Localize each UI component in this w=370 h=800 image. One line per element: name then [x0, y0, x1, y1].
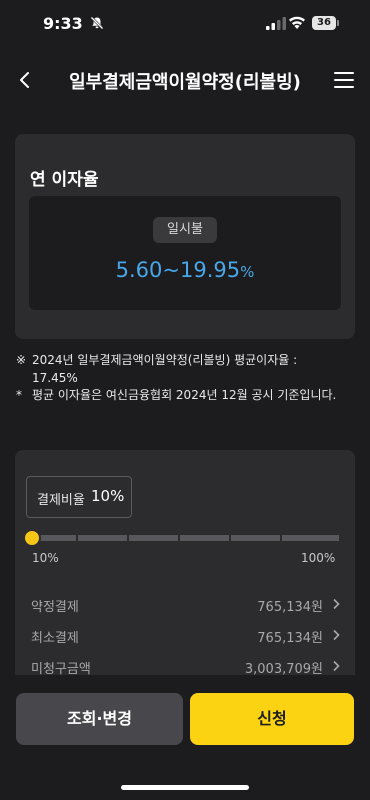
chevron-right-icon [333, 629, 340, 641]
page-title: 일부결제금액이월약정(리볼빙) [69, 72, 301, 93]
back-button[interactable] [14, 66, 40, 94]
info-row-contract-payment[interactable]: 약정결제 765,134원 [31, 592, 341, 616]
battery-tip [337, 20, 339, 26]
menu-icon-line [334, 72, 354, 74]
bottom-action-bar: 조회·변경 신청 [0, 676, 370, 800]
info-row-value: 3,003,709원 [244, 662, 323, 675]
info-row-label: 최소결제 [31, 631, 79, 646]
menu-button[interactable] [334, 72, 354, 88]
slider-segment [282, 535, 339, 541]
rate-unit: % [240, 263, 255, 281]
nav-bar: 일부결제금액이월약정(리볼빙) [0, 56, 370, 104]
wifi-icon [289, 16, 305, 29]
chevron-right-icon [333, 660, 340, 672]
payment-ratio-label: 결제비율 [37, 493, 85, 508]
status-time: 9:33 [43, 14, 83, 33]
chevron-right-icon [333, 598, 340, 610]
notice-mark: * [16, 388, 22, 402]
battery-indicator: 36 [312, 16, 336, 30]
menu-icon-line [334, 79, 354, 81]
rate-notice: ※ 2024년 일부결제금액이월약정(리볼빙) 평균이자율 : 17.45% *… [16, 352, 346, 405]
rate-value: 5.60~19.95% [29, 258, 341, 282]
notice-average-rate: ※ 2024년 일부결제금액이월약정(리볼빙) 평균이자율 : 17.45% [16, 352, 346, 387]
payment-ratio-slider[interactable] [23, 529, 339, 547]
slider-min-label: 10% [32, 551, 59, 565]
info-row-value: 765,134원 [257, 600, 323, 615]
slider-max-label: 100% [301, 551, 336, 565]
slider-segment [231, 535, 280, 541]
payment-ratio-section: 결제비율 10% 10% 100% 약정결제 765,134원 최소결제 765… [15, 450, 355, 675]
slider-segment [129, 535, 178, 541]
home-indicator [121, 785, 249, 790]
notice-text: 평균 이자율은 여신금융협회 2024년 12월 공시 기준입니다. [32, 388, 337, 402]
status-bar: 9:33 36 [0, 0, 370, 50]
view-change-button[interactable]: 조회·변경 [16, 693, 183, 745]
notice-mark: ※ [16, 353, 27, 367]
menu-icon-line [334, 86, 354, 88]
rate-card-title: 연 이자율 [30, 170, 99, 190]
slider-segment [180, 535, 229, 541]
slider-segment [78, 535, 127, 541]
signal-icon [266, 17, 286, 30]
interest-rate-card: 연 이자율 일시불 5.60~19.95% [15, 134, 355, 339]
notice-text: 2024년 일부결제금액이월약정(리볼빙) 평균이자율 : 17.45% [32, 353, 298, 385]
info-row-label: 미청구금액 [31, 662, 91, 675]
info-row-minimum-payment[interactable]: 최소결제 765,134원 [31, 623, 341, 647]
rate-range: 5.60~19.95 [115, 258, 241, 282]
info-row-label: 약정결제 [31, 600, 79, 615]
info-row-value: 765,134원 [257, 631, 323, 646]
slider-thumb[interactable] [23, 529, 41, 547]
payment-ratio-value: 10% [91, 487, 125, 505]
apply-button[interactable]: 신청 [190, 693, 354, 745]
payment-type-badge: 일시불 [153, 217, 217, 243]
bell-off-icon [90, 16, 104, 30]
info-row-unbilled-amount[interactable]: 미청구금액 3,003,709원 [31, 654, 341, 675]
rate-display: 일시불 5.60~19.95% [29, 196, 341, 310]
payment-ratio-box[interactable]: 결제비율 10% [26, 476, 132, 518]
notice-source: * 평균 이자율은 여신금융협회 2024년 12월 공시 기준입니다. [16, 387, 346, 405]
